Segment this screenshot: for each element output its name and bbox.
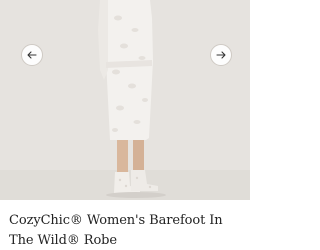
arrow-left-icon (27, 51, 37, 59)
product-title: CozyChic® Women's Barefoot In The Wild® … (9, 213, 223, 248)
arrow-right-icon (216, 51, 226, 59)
product-photo (0, 0, 250, 200)
carousel-prev-button[interactable] (21, 44, 43, 66)
carousel-next-button[interactable] (210, 44, 232, 66)
product-page: CozyChic® Women's Barefoot In The Wild® … (0, 0, 250, 250)
product-image-carousel[interactable] (0, 0, 250, 200)
